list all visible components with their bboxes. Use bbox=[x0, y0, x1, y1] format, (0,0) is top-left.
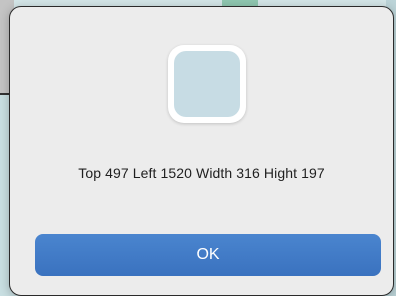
alert-dialog: Top 497 Left 1520 Width 316 Hight 197 OK bbox=[9, 6, 394, 296]
alert-message: Top 497 Left 1520 Width 316 Hight 197 bbox=[78, 165, 325, 181]
desktop-background: Top 497 Left 1520 Width 316 Hight 197 OK bbox=[0, 0, 396, 296]
app-icon-image bbox=[174, 51, 240, 117]
app-icon bbox=[168, 45, 246, 123]
ok-button[interactable]: OK bbox=[35, 234, 381, 276]
